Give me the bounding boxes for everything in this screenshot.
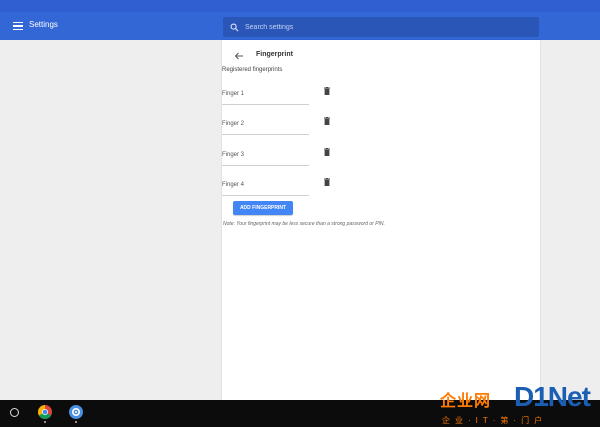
fingerprint-card: Fingerprint Registered fingerprints Fing… <box>222 40 540 400</box>
trash-icon[interactable] <box>324 87 330 95</box>
fingerprint-name[interactable]: Finger 3 <box>222 152 244 158</box>
security-note: Note: Your fingerprint may be less secur… <box>223 221 385 227</box>
chrome-icon[interactable] <box>38 405 52 419</box>
menu-icon[interactable] <box>13 22 23 31</box>
fingerprint-name[interactable]: Finger 2 <box>222 121 244 127</box>
app-title: Settings <box>29 20 58 29</box>
field-underline <box>222 134 309 135</box>
search-icon <box>230 23 239 32</box>
settings-icon[interactable] <box>69 405 83 419</box>
search-input[interactable] <box>245 20 525 34</box>
running-indicator <box>44 421 46 423</box>
trash-icon[interactable] <box>324 148 330 156</box>
field-underline <box>222 104 309 105</box>
fingerprint-row: Finger 4 <box>222 176 342 196</box>
fingerprint-name[interactable]: Finger 4 <box>222 182 244 188</box>
add-fingerprint-button[interactable]: ADD FINGERPRINT <box>233 201 293 215</box>
section-label: Registered fingerprints <box>222 67 283 73</box>
field-underline <box>222 195 309 196</box>
search-box[interactable] <box>223 17 539 37</box>
trash-icon[interactable] <box>324 117 330 125</box>
fingerprint-name[interactable]: Finger 1 <box>222 91 244 97</box>
back-arrow-icon[interactable] <box>234 51 244 61</box>
launcher-icon[interactable] <box>10 408 19 417</box>
system-shelf <box>0 400 600 427</box>
fingerprint-row: Finger 1 <box>222 85 342 105</box>
fingerprint-row: Finger 3 <box>222 146 342 166</box>
running-indicator <box>75 421 77 423</box>
trash-icon[interactable] <box>324 178 330 186</box>
field-underline <box>222 165 309 166</box>
fingerprint-row: Finger 2 <box>222 115 342 135</box>
page-title: Fingerprint <box>256 51 293 58</box>
window-top-strip <box>0 0 600 12</box>
